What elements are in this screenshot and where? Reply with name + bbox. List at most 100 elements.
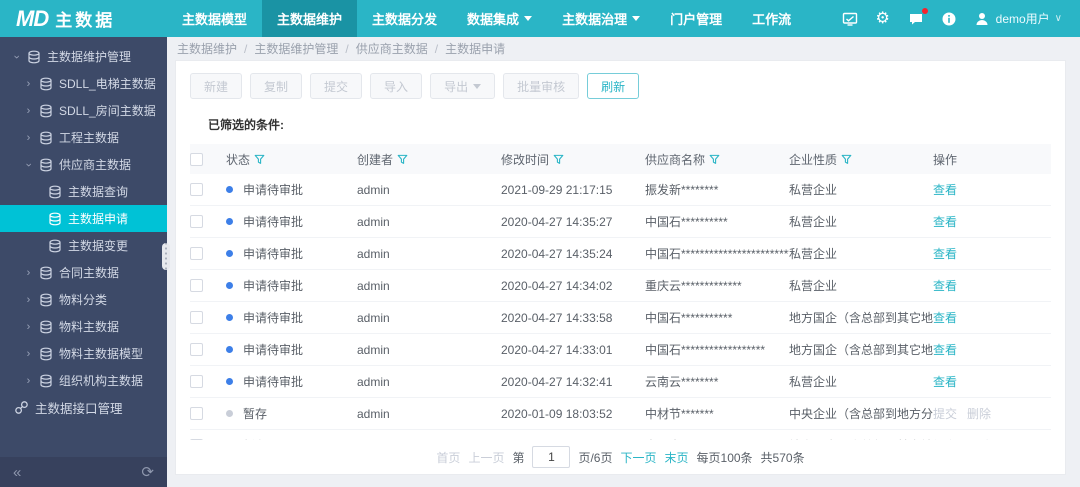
view-link[interactable]: 查看 <box>933 181 957 198</box>
filter-funnel-icon[interactable] <box>254 154 265 165</box>
view-link[interactable]: 查看 <box>933 277 957 294</box>
sidebar-item-contract-master-data[interactable]: › 合同主数据 <box>0 259 167 286</box>
refresh-tree-icon[interactable]: ⟳ <box>141 463 154 481</box>
sidebar-item-sdll-elevator[interactable]: › SDLL_电梯主数据 <box>0 70 167 97</box>
database-search-icon <box>48 185 62 199</box>
chevron-right-icon[interactable]: › <box>24 78 33 90</box>
status-text: 申请待审批 <box>243 247 304 261</box>
nav-item-master-data-governance[interactable]: 主数据治理 <box>547 0 655 37</box>
enterprise-nature-cell: 地方国企（含总部到其它地方... <box>789 343 933 357</box>
page-number-input[interactable] <box>532 446 571 468</box>
new-button[interactable]: 新建 <box>190 73 243 99</box>
chevron-down-icon[interactable]: › <box>11 52 23 61</box>
sidebar-item-material-master-data-model[interactable]: › 物料主数据模型 <box>0 340 167 367</box>
sidebar-resize-handle[interactable] <box>162 243 170 270</box>
breadcrumb-item[interactable]: 主数据维护管理 <box>254 40 338 57</box>
chevron-right-icon[interactable]: › <box>24 132 33 144</box>
nav-item-master-data-distribution[interactable]: 主数据分发 <box>357 0 452 37</box>
nav-item-portal-management[interactable]: 门户管理 <box>655 0 737 37</box>
row-checkbox[interactable] <box>190 407 203 420</box>
submit-link[interactable]: 提交 <box>933 405 957 422</box>
main-content: 主数据维护 / 主数据维护管理 / 供应商主数据 / 主数据申请 新建 复制 提… <box>167 37 1080 487</box>
monitor-icon[interactable] <box>841 10 859 28</box>
chevron-right-icon[interactable]: › <box>24 105 33 117</box>
database-icon <box>39 266 53 280</box>
info-icon[interactable] <box>940 10 958 28</box>
chevron-right-icon[interactable]: › <box>24 375 33 387</box>
sidebar-item-maintenance-management[interactable]: › 主数据维护管理 <box>0 43 167 70</box>
sidebar-item-master-data-application[interactable]: 主数据申请 <box>0 205 167 232</box>
sidebar-item-sdll-room[interactable]: › SDLL_房间主数据 <box>0 97 167 124</box>
row-checkbox[interactable] <box>190 247 203 260</box>
database-icon <box>39 77 53 91</box>
chevron-right-icon[interactable]: › <box>24 348 33 360</box>
sidebar-item-master-data-change[interactable]: 主数据变更 <box>0 232 167 259</box>
breadcrumb-item[interactable]: 供应商主数据 <box>356 40 428 57</box>
sidebar-item-master-data-query[interactable]: 主数据查询 <box>0 178 167 205</box>
view-link[interactable]: 查看 <box>933 373 957 390</box>
column-header-status: 状态 <box>226 152 251 167</box>
filter-funnel-icon[interactable] <box>397 154 408 165</box>
nav-label: 门户管理 <box>670 12 723 27</box>
modified-time-cell: 2020-04-27 14:35:27 <box>501 214 613 229</box>
import-button[interactable]: 导入 <box>370 73 423 99</box>
first-page-link[interactable]: 首页 <box>436 449 460 466</box>
chevron-right-icon[interactable]: › <box>24 294 33 306</box>
view-link[interactable]: 查看 <box>933 245 957 262</box>
sidebar-item-label: 供应商主数据 <box>59 158 132 172</box>
batch-audit-button[interactable]: 批量审核 <box>503 73 580 99</box>
nav-label: 主数据分发 <box>372 12 438 27</box>
nav-item-workflow[interactable]: 工作流 <box>737 0 806 37</box>
sidebar-item-label: 主数据查询 <box>68 185 129 199</box>
sidebar-item-label: SDLL_电梯主数据 <box>59 77 156 91</box>
select-all-checkbox[interactable] <box>190 152 203 166</box>
filter-funnel-icon[interactable] <box>709 154 720 165</box>
total-count-label: 共570条 <box>760 450 805 465</box>
row-checkbox[interactable] <box>190 311 203 324</box>
chevron-down-icon: ∨ <box>1054 13 1062 24</box>
last-page-link[interactable]: 末页 <box>665 449 689 466</box>
nav-item-master-data-maintenance[interactable]: 主数据维护 <box>262 0 358 37</box>
delete-link[interactable]: 删除 <box>967 405 991 422</box>
sidebar-item-label: 物料主数据模型 <box>59 347 144 361</box>
chevron-down-icon[interactable]: › <box>23 160 35 169</box>
chevron-right-icon[interactable]: › <box>24 321 33 333</box>
sidebar-item-material-master-data[interactable]: › 物料主数据 <box>0 313 167 340</box>
row-checkbox[interactable] <box>190 343 203 356</box>
nav-item-master-data-model[interactable]: 主数据模型 <box>167 0 262 37</box>
sidebar-item-organization-master-data[interactable]: › 组织机构主数据 <box>0 367 167 394</box>
row-checkbox[interactable] <box>190 375 203 388</box>
view-link[interactable]: 查看 <box>933 213 957 230</box>
row-checkbox[interactable] <box>190 279 203 292</box>
submit-button[interactable]: 提交 <box>310 73 363 99</box>
copy-button[interactable]: 复制 <box>250 73 303 99</box>
gear-icon[interactable]: ⚙ <box>874 10 892 28</box>
sidebar-item-material-category[interactable]: › 物料分类 <box>0 286 167 313</box>
sidebar-item-supplier-master-data[interactable]: › 供应商主数据 <box>0 151 167 178</box>
view-link[interactable]: 查看 <box>933 309 957 326</box>
dropdown-caret-icon <box>473 83 482 93</box>
table-row: 暂存 admin 2020-01-09 18:03:52 中国水********… <box>190 430 1051 440</box>
sidebar-item-project-master-data[interactable]: › 工程主数据 <box>0 124 167 151</box>
message-icon[interactable] <box>907 7 928 28</box>
creator-cell: admin <box>357 214 390 229</box>
prev-page-link[interactable]: 上一页 <box>468 449 504 466</box>
chevron-right-icon[interactable]: › <box>24 267 33 279</box>
nav-item-data-integration[interactable]: 数据集成 <box>452 0 547 37</box>
row-checkbox[interactable] <box>190 183 203 196</box>
breadcrumb-item[interactable]: 主数据维护 <box>177 40 237 57</box>
collapse-sidebar-icon[interactable]: « <box>13 464 21 481</box>
user-menu[interactable]: demo用户 ∨ <box>973 10 1062 28</box>
next-page-link[interactable]: 下一页 <box>620 449 656 466</box>
refresh-button[interactable]: 刷新 <box>587 73 640 99</box>
row-checkbox[interactable] <box>190 215 203 228</box>
modified-time-cell: 2020-04-27 14:34:02 <box>501 278 613 293</box>
filter-funnel-icon[interactable] <box>553 154 564 165</box>
filter-funnel-icon[interactable] <box>841 154 852 165</box>
creator-cell: admin <box>357 182 390 197</box>
notification-badge <box>921 7 928 14</box>
export-dropdown-button[interactable]: 导出 <box>430 73 496 99</box>
sidebar-item-interface-management[interactable]: 主数据接口管理 <box>0 394 167 421</box>
view-link[interactable]: 查看 <box>933 341 957 358</box>
status-text: 申请待审批 <box>243 183 304 197</box>
